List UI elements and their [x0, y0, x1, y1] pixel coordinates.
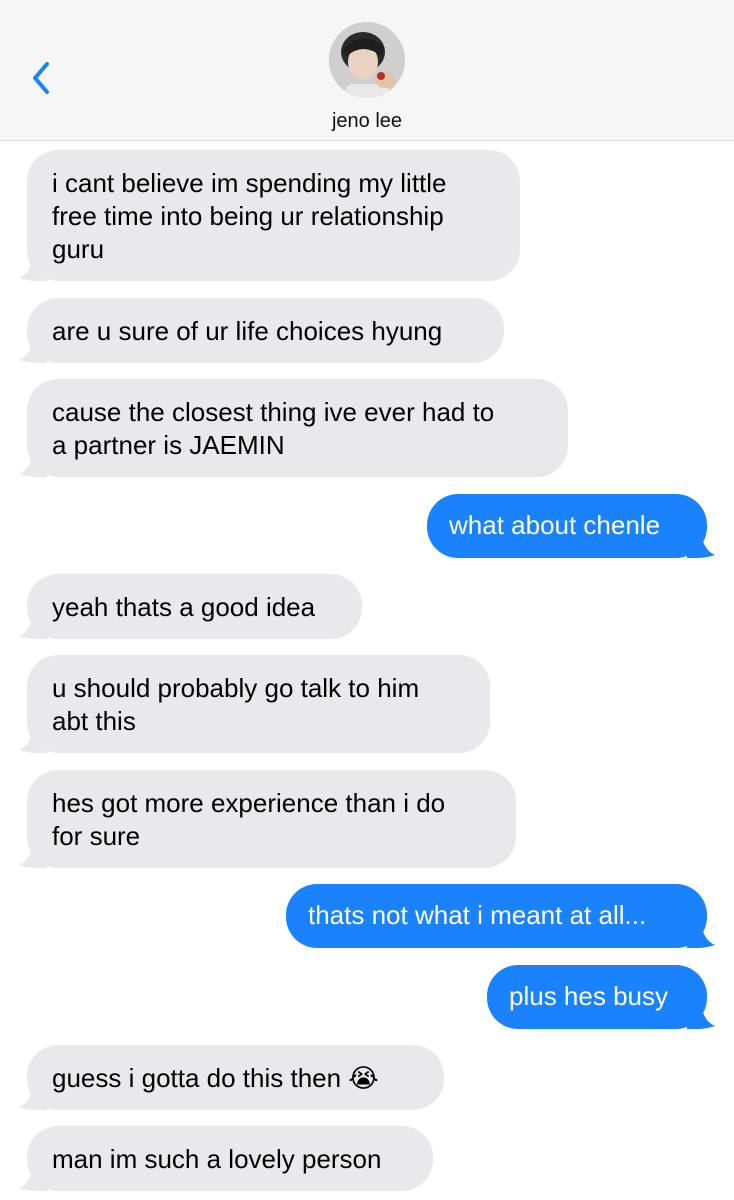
message-outgoing: thats not what i meant at all...	[286, 884, 715, 948]
conversation-header: jeno lee	[0, 0, 734, 141]
message-incoming: i cant believe im spending my little fre…	[19, 150, 520, 281]
message-incoming: u should probably go talk to him abt thi…	[19, 655, 490, 753]
message-incoming: guess i gotta do this then 😭	[19, 1045, 444, 1110]
message-bubble[interactable]: thats not what i meant at all...	[286, 884, 707, 948]
message-bubble[interactable]: what about chenle	[427, 494, 707, 558]
contact-avatar[interactable]	[329, 22, 405, 98]
message-outgoing: plus hes busy	[487, 965, 715, 1029]
message-bubble[interactable]: i cant believe im spending my little fre…	[27, 150, 520, 281]
message-incoming: yeah thats a good idea	[19, 574, 362, 639]
message-bubble[interactable]: plus hes busy	[487, 965, 707, 1029]
chevron-left-icon	[33, 62, 49, 94]
message-bubble[interactable]: yeah thats a good idea	[27, 574, 362, 639]
message-bubble[interactable]: are u sure of ur life choices hyung	[27, 298, 504, 363]
back-button[interactable]	[24, 56, 60, 100]
message-outgoing: what about chenle	[427, 494, 715, 558]
message-bubble[interactable]: man im such a lovely person	[27, 1126, 433, 1191]
message-list: i cant believe im spending my little fre…	[0, 141, 734, 1200]
message-incoming: cause the closest thing ive ever had to …	[19, 379, 568, 477]
message-bubble[interactable]: hes got more experience than i do for su…	[27, 770, 516, 868]
message-bubble[interactable]: cause the closest thing ive ever had to …	[27, 379, 568, 477]
message-incoming: are u sure of ur life choices hyung	[19, 298, 504, 363]
message-bubble[interactable]: u should probably go talk to him abt thi…	[27, 655, 490, 753]
message-incoming: hes got more experience than i do for su…	[19, 770, 516, 868]
avatar-photo	[329, 22, 405, 98]
message-incoming: man im such a lovely person	[19, 1126, 433, 1191]
message-bubble[interactable]: guess i gotta do this then 😭	[27, 1045, 444, 1110]
contact-name[interactable]: jeno lee	[0, 110, 734, 133]
